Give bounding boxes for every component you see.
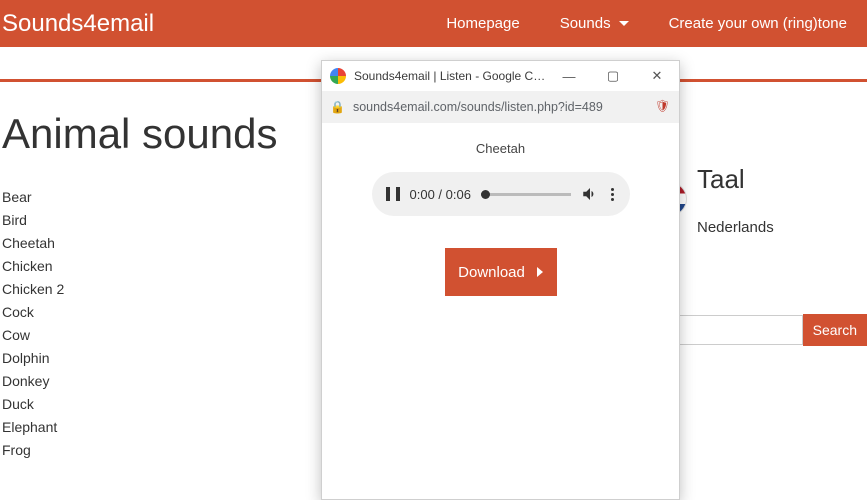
sound-link[interactable]: Bird xyxy=(2,209,320,232)
pause-button[interactable] xyxy=(386,187,400,201)
popup-sound-title: Cheetah xyxy=(352,141,649,156)
seek-track[interactable] xyxy=(481,193,571,196)
sound-link[interactable]: Donkey xyxy=(2,370,320,393)
nav-create-label: Create your own (ring)tone xyxy=(669,15,847,32)
volume-icon[interactable] xyxy=(581,185,599,203)
player-time: 0:00 / 0:06 xyxy=(410,187,471,202)
address-bar: 🔒 sounds4email.com/sounds/listen.php?id=… xyxy=(322,91,679,123)
window-maximize-button[interactable]: ▢ xyxy=(591,61,635,91)
page-title: Animal sounds xyxy=(2,110,320,158)
lock-icon: 🔒 xyxy=(330,100,345,114)
window-title: Sounds4email | Listen - Google Chrome xyxy=(354,69,547,83)
window-close-button[interactable]: ✕ xyxy=(635,61,679,91)
sound-link[interactable]: Bear xyxy=(2,186,320,209)
sound-link[interactable]: Chicken 2 xyxy=(2,278,320,301)
nav-sounds[interactable]: Sounds xyxy=(540,15,649,32)
audio-player: 0:00 / 0:06 xyxy=(372,172,630,216)
window-minimize-button[interactable]: — xyxy=(547,61,591,91)
top-navbar: Sounds4email Homepage Sounds Create your… xyxy=(0,0,867,47)
download-label: Download xyxy=(458,264,525,281)
time-total: 0:06 xyxy=(446,187,471,202)
sound-link[interactable]: Dolphin xyxy=(2,347,320,370)
chevron-right-icon xyxy=(537,267,543,277)
chevron-down-icon xyxy=(619,21,629,26)
extension-icon[interactable]: 🛡 xyxy=(655,99,671,115)
sound-link[interactable]: Cow xyxy=(2,324,320,347)
popup-window: Sounds4email | Listen - Google Chrome — … xyxy=(321,60,680,500)
address-url[interactable]: sounds4email.com/sounds/listen.php?id=48… xyxy=(353,100,647,114)
time-elapsed: 0:00 xyxy=(410,187,435,202)
search-button[interactable]: Search xyxy=(803,314,867,346)
more-menu-icon[interactable] xyxy=(609,188,616,201)
sound-link[interactable]: Elephant xyxy=(2,416,320,439)
sound-link[interactable]: Cock xyxy=(2,301,320,324)
language-heading: Taal xyxy=(697,164,867,195)
sound-link[interactable]: Frog xyxy=(2,439,320,462)
sound-link[interactable]: Duck xyxy=(2,393,320,416)
sound-link[interactable]: Cheetah xyxy=(2,232,320,255)
nav-create-ringtone[interactable]: Create your own (ring)tone xyxy=(649,15,867,32)
nav-homepage-label: Homepage xyxy=(446,15,519,32)
search-row: Search xyxy=(653,314,867,346)
download-button[interactable]: Download xyxy=(445,248,557,296)
window-titlebar: Sounds4email | Listen - Google Chrome — … xyxy=(322,61,679,91)
sound-link[interactable]: Chicken xyxy=(2,255,320,278)
chrome-icon xyxy=(330,68,346,84)
sound-list: BearBirdCheetahChickenChicken 2CockCowDo… xyxy=(2,186,320,462)
nav-homepage[interactable]: Homepage xyxy=(426,15,539,32)
brand-logo[interactable]: Sounds4email xyxy=(0,10,154,38)
nav-sounds-label: Sounds xyxy=(560,15,611,32)
language-value[interactable]: Nederlands xyxy=(697,219,867,236)
